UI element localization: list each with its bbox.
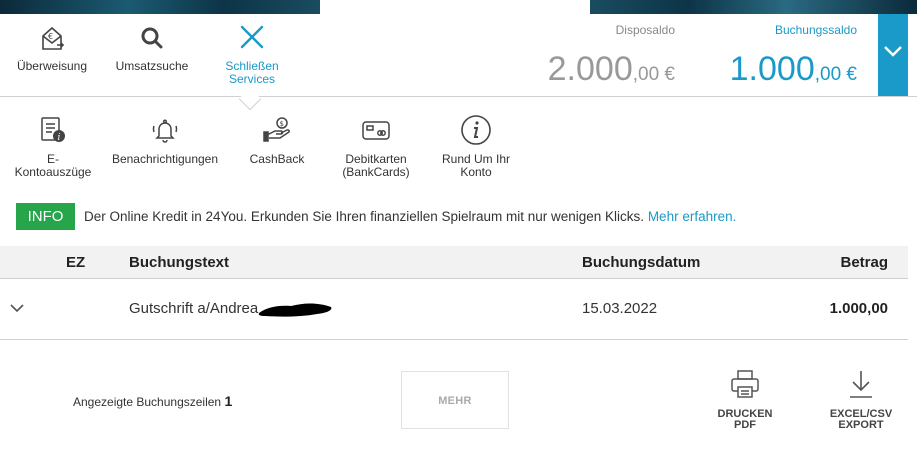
svg-text:i: i (58, 133, 61, 143)
count-value: 1 (224, 393, 233, 409)
table-row[interactable]: Gutschrift a/Andrea 15.03.2022 1.000,00 (0, 279, 908, 340)
info-circle-icon (461, 115, 491, 145)
column-betrag[interactable]: Betrag (840, 254, 888, 271)
print-pdf-label: DRUCKEN PDF (717, 408, 773, 431)
transfer-envelope-icon: € (37, 24, 67, 54)
action-bar: € Überweisung Umsatzsuche Schließen Serv… (0, 14, 917, 97)
column-ez[interactable]: EZ (66, 254, 85, 271)
service-rund-um-ihr-konto[interactable]: Rund Um Ihr Konto (436, 98, 516, 179)
services-row: i E- Kontoauszüge Benachrichtigungen $ C… (0, 98, 917, 195)
service-benachrichtigungen[interactable]: Benachrichtigungen (106, 98, 224, 166)
service-benachrichtigungen-label: Benachrichtigungen (111, 152, 219, 166)
count-label: Angezeigte Buchungszeilen (73, 395, 222, 409)
row-betrag: 1.000,00 (829, 300, 888, 317)
column-buchungsdatum[interactable]: Buchungsdatum (582, 254, 700, 271)
disposaldo-int: 2.000 (547, 50, 633, 88)
close-icon (237, 24, 267, 54)
chevron-down-icon (884, 46, 902, 57)
header-banner-right (590, 0, 917, 14)
service-debitkarten[interactable]: Debitkarten (BankCards) (336, 98, 416, 179)
buchungssaldo-value: 1.000,00 € (700, 49, 857, 95)
umsatzsuche-label: Umsatzsuche (115, 59, 189, 73)
service-debitkarten-label: Debitkarten (BankCards) (342, 152, 410, 179)
column-buchungstext[interactable]: Buchungstext (129, 254, 229, 271)
excel-csv-export-button[interactable]: EXCEL/CSV EXPORT (826, 368, 896, 431)
info-more-link[interactable]: Mehr erfahren. (648, 209, 737, 224)
row-buchungsdatum: 15.03.2022 (582, 300, 658, 317)
buchungssaldo-dec: ,00 € (814, 64, 857, 85)
ueberweisung-button[interactable]: € Überweisung (14, 14, 90, 97)
service-e-kontoauszuege[interactable]: i E- Kontoauszüge (8, 98, 98, 179)
buchungssaldo-title: Buchungssaldo (774, 23, 857, 37)
displayed-rows-count: Angezeigte Buchungszeilen 1 (73, 393, 232, 409)
statement-info-icon: i (39, 116, 67, 144)
disposaldo-value: 2.000,00 € (540, 49, 675, 95)
cashback-hand-coin-icon: $ (263, 116, 291, 144)
header-banner-left (0, 0, 320, 14)
ueberweisung-label: Überweisung (16, 59, 88, 73)
service-rund-um-ihr-konto-label: Rund Um Ihr Konto (441, 152, 511, 179)
info-banner: INFO Der Online Kredit in 24You. Erkunde… (16, 203, 906, 230)
transactions-table-header: EZ Buchungstext Buchungsdatum Betrag (0, 246, 908, 279)
redaction-mark (258, 303, 332, 317)
close-services-button[interactable]: Schließen Services (218, 14, 286, 97)
service-e-kontoauszuege-label: E- Kontoauszüge (14, 152, 92, 179)
close-services-label: Schließen Services (225, 59, 279, 86)
more-button[interactable]: MEHR (401, 371, 509, 429)
bell-icon (151, 116, 179, 144)
expand-balance-button[interactable] (878, 14, 908, 96)
disposaldo-block: Disposaldo 2.000,00 € (540, 14, 675, 95)
svg-text:$: $ (280, 120, 284, 128)
account-page: € Überweisung Umsatzsuche Schließen Serv… (0, 0, 917, 468)
service-cashback[interactable]: $ CashBack (244, 98, 310, 166)
disposaldo-dec: ,00 € (632, 64, 675, 85)
search-icon (137, 24, 167, 54)
download-icon (845, 368, 877, 400)
service-cashback-label: CashBack (249, 152, 305, 166)
disposaldo-title: Disposaldo (615, 23, 675, 37)
expand-row-chevron-icon[interactable] (10, 303, 24, 313)
printer-icon (729, 368, 761, 400)
card-icon (362, 116, 390, 144)
excel-csv-export-label: EXCEL/CSV EXPORT (829, 408, 893, 431)
buchungssaldo-int: 1.000 (729, 50, 815, 88)
row-buchungstext: Gutschrift a/Andrea (129, 300, 259, 317)
info-badge: INFO (16, 203, 75, 230)
svg-text:€: € (48, 32, 53, 41)
print-pdf-button[interactable]: DRUCKEN PDF (712, 368, 778, 431)
buchungssaldo-block: Buchungssaldo 1.000,00 € (700, 14, 857, 95)
info-text: Der Online Kredit in 24You. Erkunden Sie… (84, 209, 736, 224)
umsatzsuche-button[interactable]: Umsatzsuche (112, 14, 192, 97)
info-message: Der Online Kredit in 24You. Erkunden Sie… (84, 209, 648, 224)
